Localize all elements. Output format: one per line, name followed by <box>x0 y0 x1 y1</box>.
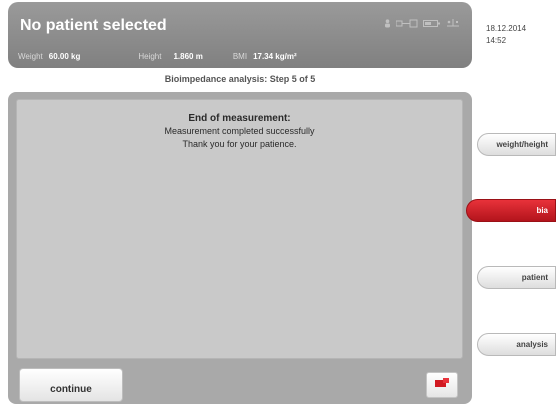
status-icons <box>384 18 460 30</box>
bmi-value: 17.34 kg/m² <box>253 52 297 61</box>
message-heading: End of measurement: <box>188 113 291 124</box>
weight-value: 60.00 kg <box>48 52 81 61</box>
user-icon <box>384 18 391 30</box>
height-label: Height <box>138 52 162 61</box>
sidebar-item-weight-height[interactable]: weight/height <box>477 133 556 156</box>
sidebar-item-patient[interactable]: patient <box>477 266 556 289</box>
continue-button[interactable]: continue <box>19 368 123 402</box>
flag-icon <box>434 376 450 394</box>
sidebar-item-bia[interactable]: bia <box>466 199 556 222</box>
battery-icon <box>423 19 441 30</box>
network-icon <box>395 19 418 30</box>
message-line-2: Thank you for your patience. <box>182 139 297 149</box>
time-text: 14:52 <box>486 36 507 45</box>
bmi-label: BMI <box>232 52 248 61</box>
sidebar-item-analysis[interactable]: analysis <box>477 333 556 356</box>
flag-button[interactable] <box>426 372 458 398</box>
result-message: End of measurement: Measurement complete… <box>17 112 462 151</box>
message-line-1: Measurement completed successfully <box>164 126 315 136</box>
height-value: 1.860 m <box>173 52 203 61</box>
datetime: 18.12.2014 14:52 <box>486 23 526 47</box>
weight-label: Weight <box>18 52 43 61</box>
measurement-summary: Weight 60.00 kg Height 1.860 m BMI 17.34… <box>18 52 460 61</box>
patient-header: No patient selected Weight 60.00 kg Heig… <box>8 2 472 68</box>
step-title: Bioimpedance analysis: Step 5 of 5 <box>164 74 316 84</box>
page-title: No patient selected <box>20 17 167 34</box>
date-text: 18.12.2014 <box>486 24 527 33</box>
usb-icon <box>446 18 460 30</box>
main-panel: End of measurement: Measurement complete… <box>8 92 472 404</box>
content-area: End of measurement: Measurement complete… <box>16 99 463 359</box>
